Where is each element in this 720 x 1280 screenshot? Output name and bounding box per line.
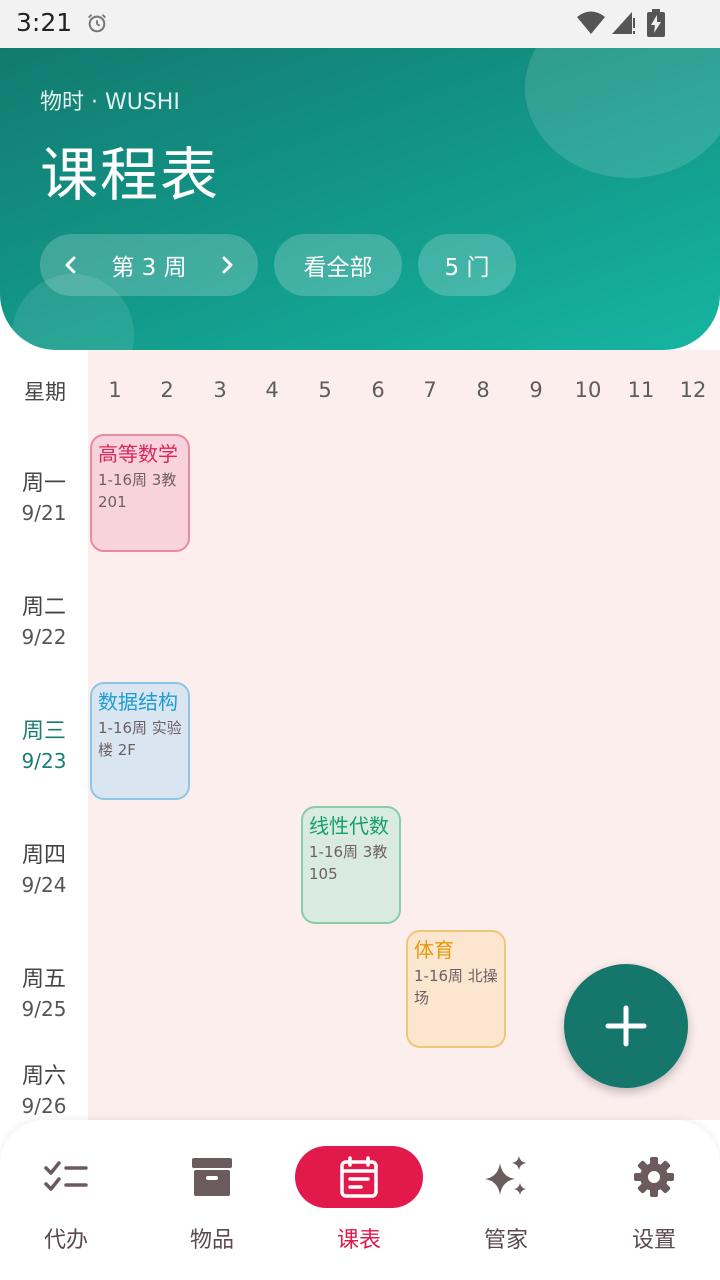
day-label-tue: 周二 9/22 — [8, 589, 80, 649]
period-header: 3 — [213, 378, 227, 402]
day-label-wed-today: 周三 9/23 — [8, 713, 80, 773]
day-date: 9/24 — [21, 873, 67, 897]
day-date: 9/21 — [21, 501, 67, 525]
period-header: 8 — [476, 378, 490, 402]
nav-icon-wrap — [2, 1146, 130, 1208]
day-label-fri: 周五 9/25 — [8, 961, 80, 1021]
chevron-left-icon[interactable] — [62, 256, 80, 274]
alarm-icon — [88, 14, 106, 33]
day-name: 周三 — [21, 719, 66, 744]
period-header: 1 — [108, 378, 122, 402]
day-label-sat: 周六 9/26 — [8, 1058, 80, 1118]
day-name: 周二 — [21, 595, 66, 620]
nav-label: 管家 — [483, 1228, 528, 1253]
period-header: 11 — [627, 378, 655, 402]
page-title: 课程表 — [40, 141, 221, 209]
period-header: 5 — [318, 378, 332, 402]
course-card[interactable]: 数据结构 1-16周 实验楼 2F — [90, 682, 190, 800]
course-info: 1-16周 3教105 — [309, 843, 388, 883]
nav-icon-wrap — [295, 1146, 423, 1208]
nav-icon-wrap — [148, 1146, 276, 1208]
checklist-icon — [44, 1161, 88, 1191]
status-time: 3:21 — [16, 8, 73, 37]
course-info: 1-16周 实验楼 2F — [98, 719, 182, 759]
battery-charging-icon — [647, 9, 665, 37]
nav-label: 物品 — [189, 1228, 234, 1253]
day-name: 周五 — [21, 967, 66, 992]
nav-item-timetable[interactable]: 课表 — [295, 1146, 423, 1256]
nav-icon-wrap — [442, 1146, 570, 1208]
course-count-badge[interactable]: 5 门 — [418, 234, 516, 296]
period-header: 9 — [529, 378, 543, 402]
view-all-button[interactable]: 看全部 — [274, 234, 402, 296]
plus-icon — [605, 1005, 647, 1047]
day-name: 周六 — [21, 1064, 66, 1089]
course-card[interactable]: 线性代数 1-16周 3教105 — [301, 806, 401, 924]
course-name: 线性代数 — [309, 814, 389, 838]
app-subtitle: 物时 · WUSHI — [40, 90, 180, 115]
period-header: 4 — [265, 378, 279, 402]
day-name: 周一 — [21, 471, 66, 496]
course-card[interactable]: 体育 1-16周 北操场 — [406, 930, 506, 1048]
chevron-right-icon[interactable] — [218, 256, 236, 274]
sparkles-icon — [485, 1156, 526, 1195]
archive-box-icon — [192, 1158, 232, 1196]
day-name: 周四 — [21, 843, 66, 868]
day-date: 9/26 — [21, 1094, 67, 1118]
day-label-mon: 周一 9/21 — [8, 465, 80, 525]
nav-item-items[interactable]: 物品 — [148, 1146, 276, 1256]
nav-item-butler[interactable]: 管家 — [442, 1146, 570, 1256]
day-date: 9/22 — [21, 625, 67, 649]
add-course-button[interactable] — [564, 964, 688, 1088]
period-header: 2 — [160, 378, 174, 402]
period-header: 6 — [371, 378, 385, 402]
weekday-header: 星期 — [24, 380, 66, 404]
decorative-bubble — [525, 48, 720, 178]
course-info: 1-16周 3教201 — [98, 471, 177, 511]
day-date: 9/23 — [21, 749, 67, 773]
status-bar: 3:21 — [0, 0, 720, 48]
header-banner: 物时 · WUSHI 课程表 第 3 周 看全部 5 门 — [0, 48, 720, 350]
nav-item-settings[interactable]: 设置 — [590, 1146, 718, 1256]
period-header: 12 — [679, 378, 707, 402]
wifi-icon — [577, 11, 605, 34]
nav-icon-wrap — [590, 1146, 718, 1208]
nav-label: 设置 — [631, 1228, 676, 1253]
day-label-thu: 周四 9/24 — [8, 837, 80, 897]
nav-label: 代办 — [43, 1228, 88, 1253]
bottom-navigation: 代办 物品 课表 管家 设置 — [0, 1120, 720, 1280]
nav-item-todo[interactable]: 代办 — [2, 1146, 130, 1256]
course-name: 数据结构 — [98, 690, 178, 714]
week-label: 第 3 周 — [111, 255, 187, 281]
calendar-icon — [340, 1156, 378, 1198]
course-name: 体育 — [414, 938, 454, 962]
gear-icon — [634, 1157, 674, 1197]
period-header: 10 — [574, 378, 602, 402]
nav-label: 课表 — [336, 1228, 381, 1253]
course-card[interactable]: 高等数学 1-16周 3教201 — [90, 434, 190, 552]
week-selector: 第 3 周 — [40, 234, 258, 296]
course-name: 高等数学 — [98, 442, 178, 466]
cell-signal-icon — [612, 12, 635, 34]
course-info: 1-16周 北操场 — [414, 967, 498, 1007]
day-date: 9/25 — [21, 997, 67, 1021]
period-header: 7 — [423, 378, 437, 402]
